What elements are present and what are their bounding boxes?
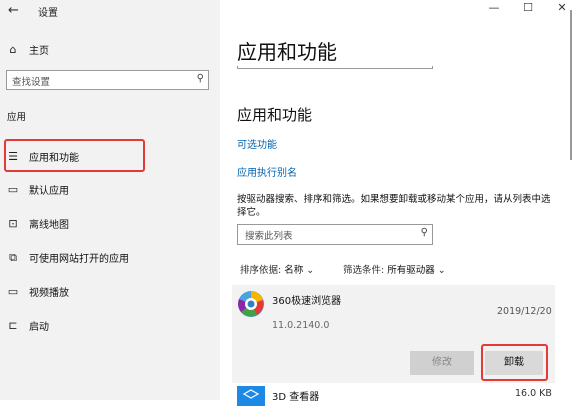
list-search-placeholder: 搜索此列表 xyxy=(245,231,293,242)
minimize-button[interactable]: — xyxy=(482,1,506,14)
startup-icon: ⊏ xyxy=(8,319,18,332)
filter-dropdown[interactable]: 筛选条件: 所有驱动器 ⌄ xyxy=(343,262,446,276)
sidebar-item-label: 启动 xyxy=(29,322,49,333)
app-name: 360极速浏览器 xyxy=(272,296,342,307)
app-aliases-link[interactable]: 应用执行别名 xyxy=(237,164,297,179)
list-search-input[interactable]: 搜索此列表 ⚲ xyxy=(237,224,433,245)
title-divider xyxy=(237,66,433,69)
settings-search-input[interactable]: 查找设置 ⚲ xyxy=(6,70,209,90)
search-icon: ⚲ xyxy=(420,227,428,238)
sidebar-home-label: 主页 xyxy=(29,46,49,57)
filter-value: 所有驱动器 xyxy=(387,265,435,276)
app-version: 11.0.2140.0 xyxy=(272,320,330,331)
home-icon: ⌂ xyxy=(9,43,17,56)
sort-value: 名称 xyxy=(284,265,304,276)
maximize-button[interactable]: ☐ xyxy=(516,1,540,14)
modify-button[interactable]: 修改 xyxy=(410,351,474,375)
sidebar-section-label: 应用 xyxy=(7,112,27,123)
sidebar-item-label: 离线地图 xyxy=(29,220,69,231)
sort-dropdown[interactable]: 排序依据: 名称 ⌄ xyxy=(240,262,314,276)
chevron-down-icon: ⌄ xyxy=(437,265,446,276)
app-name[interactable]: 3D 查看器 xyxy=(272,388,319,403)
settings-search-placeholder: 查找设置 xyxy=(12,77,51,88)
video-icon: ▭ xyxy=(7,285,19,298)
sidebar-item-label: 默认应用 xyxy=(29,186,69,197)
sidebar-item-video[interactable]: ▭ 视频播放 xyxy=(6,284,69,299)
search-icon: ⚲ xyxy=(196,73,204,84)
sidebar-item-startup[interactable]: ⊏ 启动 xyxy=(6,318,49,333)
browser-360-icon xyxy=(238,291,264,317)
sidebar-item-label: 视频播放 xyxy=(29,288,69,299)
app-install-date: 2019/12/20 xyxy=(497,306,552,317)
page-title: 应用和功能 xyxy=(237,40,337,64)
sidebar-home[interactable]: ⌂ 主页 xyxy=(6,42,50,57)
optional-features-link[interactable]: 可选功能 xyxy=(237,136,277,151)
highlight-box xyxy=(4,139,145,172)
section-title: 应用和功能 xyxy=(237,106,313,124)
description-text: 按驱动器搜索、排序和筛选。如果想要卸载或移动某个应用，请从列表中选择它。 xyxy=(237,194,551,218)
highlight-box xyxy=(481,344,548,381)
sort-label: 排序依据: xyxy=(240,265,282,276)
website-apps-icon: ⧉ xyxy=(9,250,17,264)
sidebar-item-offline-maps[interactable]: ⊡ 离线地图 xyxy=(6,216,69,231)
chevron-down-icon: ⌄ xyxy=(306,265,315,276)
back-arrow-icon[interactable]: ← xyxy=(8,3,19,18)
sidebar-item-website-apps[interactable]: ⧉ 可使用网站打开的应用 xyxy=(6,250,129,266)
app-size: 16.0 KB xyxy=(515,388,552,399)
scrollbar[interactable] xyxy=(570,10,572,160)
3d-viewer-icon xyxy=(237,386,265,406)
map-icon: ⊡ xyxy=(8,217,18,230)
default-apps-icon: ▭ xyxy=(7,183,19,196)
window-title: 设置 xyxy=(38,8,58,19)
sidebar xyxy=(0,0,220,400)
filter-label: 筛选条件: xyxy=(343,265,385,276)
sidebar-item-label: 可使用网站打开的应用 xyxy=(29,254,129,265)
sidebar-item-default-apps[interactable]: ▭ 默认应用 xyxy=(6,182,69,197)
